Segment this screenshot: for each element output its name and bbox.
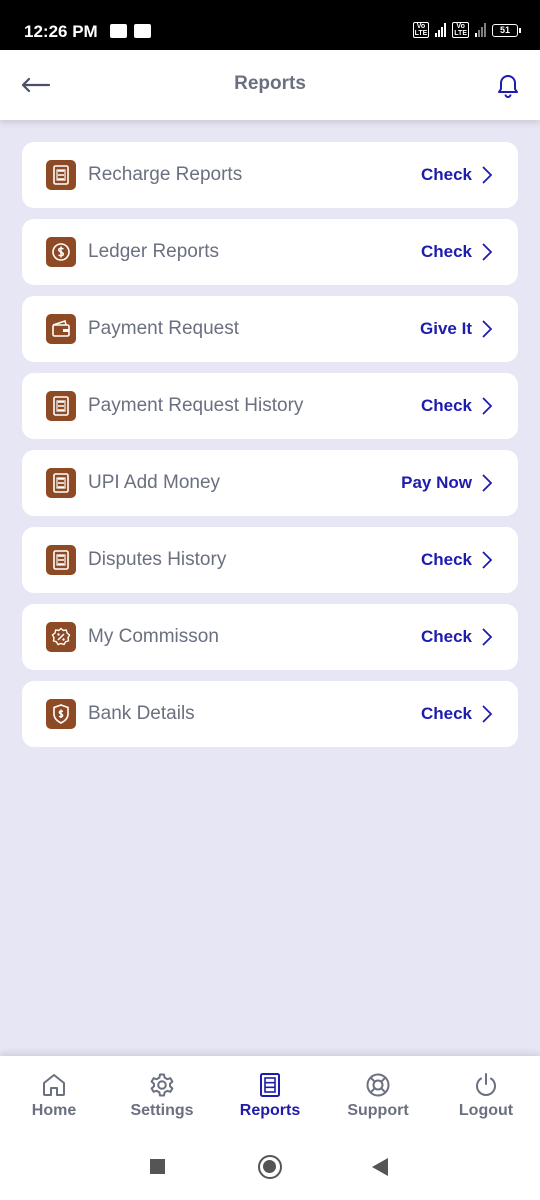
report-item-bank-details[interactable]: Bank Details Check — [22, 681, 518, 747]
signal-icon — [435, 23, 447, 37]
report-item-label: Payment Request History — [88, 395, 304, 416]
app-bar: Reports — [0, 50, 540, 120]
gear-icon — [150, 1073, 174, 1097]
nav-label: Logout — [458, 1102, 514, 1119]
home-icon — [43, 1074, 65, 1096]
dollar-exchange-icon — [46, 237, 76, 267]
home-button[interactable] — [258, 1155, 282, 1179]
nav-reports[interactable]: Reports — [216, 1056, 324, 1136]
page-title: Reports — [234, 73, 306, 94]
status-time: 12:26 PM — [24, 22, 98, 41]
bell-icon — [498, 75, 518, 98]
report-item-label: Ledger Reports — [88, 241, 219, 262]
nav-label: Support — [347, 1102, 409, 1119]
notifications-button[interactable] — [496, 72, 520, 98]
action-label: Check — [420, 396, 472, 415]
check-link[interactable]: Check — [421, 165, 492, 185]
system-nav-bar — [0, 1136, 540, 1200]
report-item-label: My Commisson — [88, 626, 219, 647]
action-label: Pay Now — [401, 473, 472, 492]
percent-badge-icon — [46, 622, 76, 652]
status-indicators: Vo LTE Vo LTE 51 — [412, 22, 521, 38]
document-icon — [46, 160, 76, 190]
action-label: Check — [420, 550, 472, 569]
volte-icon: Vo LTE — [412, 22, 430, 38]
report-item-recharge-reports[interactable]: Recharge Reports Check — [22, 142, 518, 208]
report-item-ledger-reports[interactable]: Ledger Reports Check — [22, 219, 518, 285]
report-item-my-commission[interactable]: My Commisson Check — [22, 604, 518, 670]
chevron-right-icon — [482, 166, 492, 184]
report-item-disputes-history[interactable]: Disputes History Check — [22, 527, 518, 593]
power-icon — [476, 1073, 496, 1096]
notification-icon — [110, 24, 127, 38]
wallet-icon — [46, 314, 76, 344]
chevron-right-icon — [482, 628, 492, 646]
report-item-label: Disputes History — [88, 549, 227, 570]
nav-home[interactable]: Home — [0, 1056, 108, 1136]
check-link[interactable]: Check — [421, 242, 492, 262]
volte-icon: Vo LTE — [452, 22, 469, 38]
report-list: Recharge Reports Check Ledger Reports Ch… — [22, 142, 518, 758]
report-item-label: Bank Details — [88, 703, 195, 724]
nav-label: Home — [31, 1102, 77, 1119]
notification-icon — [134, 24, 151, 38]
document-icon — [46, 468, 76, 498]
nav-label: Settings — [130, 1102, 194, 1119]
nav-support[interactable]: Support — [324, 1056, 432, 1136]
status-bar: 12:26 PM Vo LTE Vo LTE 51 — [0, 0, 540, 50]
check-link[interactable]: Check — [421, 704, 492, 724]
nav-logout[interactable]: Logout — [432, 1056, 540, 1136]
signal-4g-icon — [475, 23, 486, 37]
report-item-payment-request-history[interactable]: Payment Request History Check — [22, 373, 518, 439]
nav-settings[interactable]: Settings — [108, 1056, 216, 1136]
nav-label: Reports — [239, 1102, 301, 1119]
action-label: Check — [420, 242, 472, 261]
report-item-upi-add-money[interactable]: UPI Add Money Pay Now — [22, 450, 518, 516]
battery-icon: 51 — [492, 23, 521, 37]
back-triangle-button[interactable] — [372, 1158, 388, 1176]
lifebuoy-icon — [366, 1073, 390, 1097]
report-icon — [260, 1073, 280, 1097]
report-item-label: Payment Request — [88, 318, 240, 339]
chevron-right-icon — [482, 397, 492, 415]
action-label: Check — [420, 704, 472, 723]
pay-now-link[interactable]: Pay Now — [401, 473, 492, 493]
report-item-payment-request[interactable]: Payment Request Give It — [22, 296, 518, 362]
check-link[interactable]: Check — [421, 550, 492, 570]
action-label: Give It — [420, 319, 472, 338]
check-link[interactable]: Check — [421, 396, 492, 416]
document-icon — [46, 391, 76, 421]
chevron-right-icon — [482, 243, 492, 261]
chevron-right-icon — [482, 705, 492, 723]
shield-dollar-icon — [46, 699, 76, 729]
chevron-right-icon — [482, 551, 492, 569]
document-icon — [46, 545, 76, 575]
chevron-right-icon — [482, 320, 492, 338]
check-link[interactable]: Check — [421, 627, 492, 647]
action-label: Check — [420, 627, 472, 646]
report-item-label: UPI Add Money — [88, 472, 221, 493]
bottom-nav: Home Settings Reports Support Logout — [0, 1056, 540, 1136]
action-label: Check — [420, 165, 472, 184]
report-item-label: Recharge Reports — [88, 164, 243, 185]
give-it-link[interactable]: Give It — [420, 319, 492, 339]
chevron-right-icon — [482, 474, 492, 492]
recents-button[interactable] — [150, 1159, 165, 1174]
